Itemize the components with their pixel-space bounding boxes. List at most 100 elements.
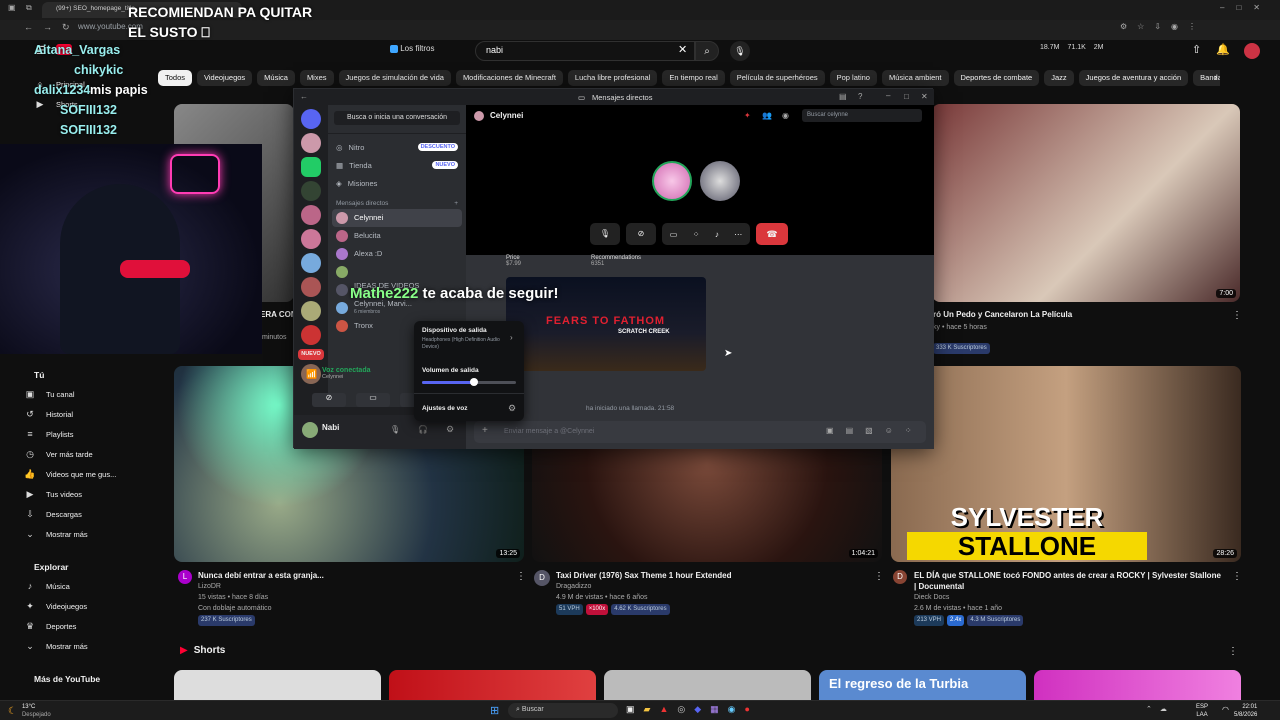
wifi-icon[interactable]: ◠ bbox=[1222, 705, 1229, 714]
steam-icon[interactable]: ◉ bbox=[728, 704, 736, 715]
server-icon[interactable] bbox=[301, 253, 321, 273]
sidebar-item-you[interactable]: ⇩ Descargas bbox=[24, 504, 154, 524]
task-view-icon[interactable]: ▣ bbox=[626, 704, 635, 715]
more-options-icon[interactable]: ⋮ bbox=[1228, 646, 1238, 657]
channel-avatar[interactable]: L bbox=[178, 570, 192, 584]
sidebar-item-explore[interactable]: ⌄ Mostrar más bbox=[24, 636, 154, 656]
nav-nitro[interactable]: ◎ Nitro DESCUENTO bbox=[328, 138, 466, 156]
sidebar-item-explore[interactable]: ♛ Deportes bbox=[24, 616, 154, 636]
output-device-title[interactable]: Dispositivo de salida bbox=[422, 327, 487, 334]
filter-chip[interactable]: En tiempo real bbox=[662, 70, 725, 86]
notifications-icon[interactable]: 🔔 bbox=[1216, 43, 1230, 56]
video-thumbnail[interactable]: 7:00 bbox=[932, 104, 1240, 302]
video-title[interactable]: EL DÍA que STALLONE tocó FONDO antes de … bbox=[914, 570, 1224, 592]
video-title[interactable]: ERA CON bbox=[260, 309, 297, 320]
username[interactable]: Nabi bbox=[322, 423, 339, 432]
filters-button[interactable]: Los filtros bbox=[390, 44, 470, 58]
clear-search-icon[interactable]: ✕ bbox=[678, 43, 687, 56]
video-channel[interactable]: Dragadizzo bbox=[556, 581, 866, 592]
inbox-button-icon[interactable]: ▤ bbox=[839, 92, 847, 101]
window-menu-icon[interactable]: ▣ bbox=[8, 3, 16, 12]
bookmark-icon[interactable]: ☆ bbox=[1137, 22, 1144, 31]
end-call-button[interactable]: ☎ bbox=[756, 223, 788, 245]
mic-icon[interactable]: 🎙 bbox=[390, 425, 400, 434]
short-thumbnail[interactable] bbox=[174, 670, 381, 700]
dm-item[interactable]: Belucita bbox=[328, 227, 466, 245]
filter-chip[interactable]: Jazz bbox=[1044, 70, 1074, 86]
file-explorer-icon[interactable]: ▰ bbox=[644, 704, 651, 715]
sticker-icon[interactable]: ▧ bbox=[865, 426, 873, 435]
soundboard-icon[interactable]: ♪ bbox=[715, 230, 719, 239]
headphones-icon[interactable]: 🎧 bbox=[418, 425, 428, 434]
profile-icon[interactable]: ◉ bbox=[782, 111, 789, 120]
sidebar-item-you[interactable]: ↺ Historial bbox=[24, 404, 154, 424]
short-thumbnail[interactable] bbox=[1034, 670, 1241, 700]
add-friends-icon[interactable]: 👥 bbox=[762, 111, 772, 120]
chrome-icon[interactable]: ◎ bbox=[677, 704, 685, 715]
server-icon[interactable] bbox=[301, 229, 321, 249]
language-indicator[interactable]: ESP LAA bbox=[1196, 703, 1208, 719]
filter-chip[interactable]: Mixes bbox=[299, 70, 334, 86]
chips-next-icon[interactable]: › bbox=[1214, 72, 1217, 82]
video-channel[interactable]: LizoDR bbox=[198, 581, 508, 592]
filter-chip[interactable]: Música bbox=[257, 70, 295, 86]
menu-icon[interactable]: ⋮ bbox=[1188, 22, 1196, 31]
channel-avatar[interactable]: D bbox=[534, 570, 550, 586]
avatar[interactable] bbox=[1244, 43, 1260, 59]
filter-chip[interactable]: Juegos de simulación de vida bbox=[338, 70, 451, 86]
emoji-icon[interactable]: ☺ bbox=[885, 426, 893, 435]
upload-icon[interactable]: ⇧ bbox=[1192, 43, 1201, 56]
close-icon[interactable]: ✕ bbox=[921, 92, 928, 101]
video-title[interactable]: Taxi Driver (1976) Sax Theme 1 hour Exte… bbox=[556, 570, 866, 581]
chevron-right-icon[interactable]: › bbox=[510, 333, 513, 342]
discord-home-icon[interactable] bbox=[301, 109, 321, 129]
gift-icon[interactable]: ▣ bbox=[826, 426, 834, 435]
server-icon[interactable] bbox=[301, 157, 321, 177]
forward-icon[interactable]: → bbox=[43, 22, 52, 33]
server-icon[interactable] bbox=[301, 205, 321, 225]
help-icon[interactable]: ? bbox=[858, 92, 862, 101]
message-input[interactable]: + Enviar mensaje a @Celynnei ▣ ▤ ▧ ☺ ⁘ bbox=[474, 421, 926, 443]
filter-chip[interactable]: Música ambient bbox=[881, 70, 949, 86]
sidebar-item-you[interactable]: ≡ Playlists bbox=[24, 424, 154, 444]
screen-share-icon[interactable]: ▭ bbox=[670, 230, 678, 239]
channel-avatar[interactable]: D bbox=[893, 570, 907, 584]
dm-item[interactable]: Celynnei bbox=[332, 209, 462, 227]
sidebar-item-you[interactable]: 👍 Videos que me gus... bbox=[24, 464, 154, 484]
apps-icon[interactable]: ⁘ bbox=[905, 426, 912, 435]
more-icon[interactable]: ⋯ bbox=[734, 230, 742, 239]
server-icon[interactable] bbox=[301, 133, 321, 153]
settings-icon[interactable]: ⚙ bbox=[446, 424, 454, 435]
sidebar-item-explore[interactable]: ✦ Videojuegos bbox=[24, 596, 154, 616]
dm-item[interactable] bbox=[328, 263, 466, 281]
maximize-icon[interactable]: □ bbox=[1236, 3, 1241, 12]
filter-chip[interactable]: Deportes de combate bbox=[953, 70, 1040, 86]
download-icon[interactable]: ⇩ bbox=[1154, 22, 1161, 31]
nav-quests[interactable]: ◈ Misiones bbox=[328, 174, 466, 192]
start-icon[interactable]: ⊞ bbox=[490, 704, 499, 717]
back-icon[interactable]: ← bbox=[300, 92, 308, 101]
pin-icon[interactable]: ✦ bbox=[744, 111, 751, 120]
weather-widget[interactable]: ☾ 13°C Despejado bbox=[8, 703, 51, 719]
filter-chip[interactable]: Juegos de aventura y acción bbox=[1078, 70, 1189, 86]
search-input[interactable]: nabi bbox=[475, 41, 695, 61]
filter-chip[interactable]: Modificaciones de Minecraft bbox=[455, 70, 563, 86]
sidebar-item-you[interactable]: ◷ Ver más tarde bbox=[24, 444, 154, 464]
cloud-icon[interactable]: ☁ bbox=[1160, 705, 1167, 713]
more-options-icon[interactable]: ⋮ bbox=[1232, 571, 1242, 582]
server-icon[interactable] bbox=[301, 301, 321, 321]
video-thumbnail[interactable]: SYLVESTER STALLONE 28:26 bbox=[891, 366, 1241, 562]
filter-chip[interactable]: Videojuegos bbox=[197, 70, 253, 86]
tab-list-icon[interactable]: ⧉ bbox=[26, 3, 32, 13]
chevron-up-icon[interactable]: ⌃ bbox=[1146, 705, 1152, 713]
user-avatar[interactable] bbox=[302, 422, 318, 438]
filter-chip[interactable]: Lucha libre profesional bbox=[567, 70, 658, 86]
more-options-icon[interactable]: ⋮ bbox=[516, 571, 526, 582]
mic-toggle-icon[interactable]: 🎙 bbox=[590, 223, 620, 245]
minimize-icon[interactable]: – bbox=[1220, 3, 1224, 12]
search-button[interactable]: ⌕ bbox=[695, 41, 719, 61]
voice-search-button[interactable]: 🎙 bbox=[730, 41, 750, 61]
video-title[interactable]: Nunca debí entrar a esta granja... bbox=[198, 570, 508, 581]
close-window-icon[interactable]: ✕ bbox=[1253, 3, 1260, 12]
sidebar-item-you[interactable]: ▶ Tus videos bbox=[24, 484, 154, 504]
